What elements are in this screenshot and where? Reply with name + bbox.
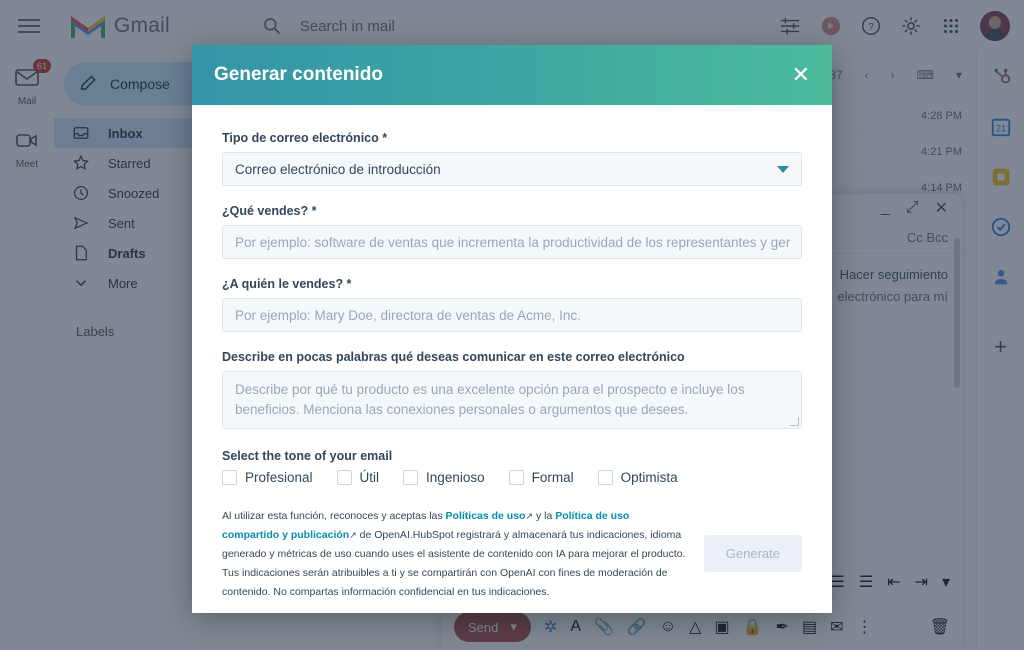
email-type-value: Correo electrónico de introducción xyxy=(235,161,441,177)
chevron-down-icon xyxy=(777,165,789,173)
describe-textarea[interactable]: Describe por qué tu producto es una exce… xyxy=(222,371,802,429)
usage-policies-link[interactable]: Políticas de uso xyxy=(446,510,526,522)
describe-label: Describe en pocas palabras qué deseas co… xyxy=(222,350,685,364)
external-link-icon: ↗ xyxy=(349,530,357,540)
modal-body: Tipo de correo electrónico * Correo elec… xyxy=(192,105,832,613)
what-sell-placeholder: Por ejemplo: software de ventas que incr… xyxy=(235,234,791,250)
generate-button[interactable]: Generate xyxy=(703,535,802,572)
tone-options: Profesional Útil Ingenioso Formal Optimi… xyxy=(222,470,802,485)
email-type-label: Tipo de correo electrónico * xyxy=(222,131,388,145)
what-sell-label: ¿Qué vendes? * xyxy=(222,204,317,218)
tone-text: Profesional xyxy=(245,470,313,485)
tone-text: Útil xyxy=(359,470,380,485)
tone-text: Formal xyxy=(531,470,574,485)
tone-option-ingenioso[interactable]: Ingenioso xyxy=(403,470,485,485)
tone-option-optimista[interactable]: Optimista xyxy=(597,470,678,485)
close-icon[interactable]: ✕ xyxy=(792,64,810,86)
tone-checkbox[interactable] xyxy=(508,470,524,485)
what-sell-input[interactable]: Por ejemplo: software de ventas que incr… xyxy=(222,225,802,259)
page-title: Generar contenido xyxy=(214,64,383,85)
tone-text: Ingenioso xyxy=(426,470,485,485)
generate-content-modal: Generar contenido ✕ Tipo de correo elect… xyxy=(192,45,832,613)
tone-checkbox[interactable] xyxy=(336,470,352,485)
screen: Gmail Search in mail xyxy=(0,0,1024,650)
tone-option-formal[interactable]: Formal xyxy=(508,470,574,485)
legal-part2: y la xyxy=(533,510,556,522)
tone-option-util[interactable]: Útil xyxy=(336,470,380,485)
tone-checkbox[interactable] xyxy=(403,470,419,485)
legal-and-action: Al utilizar esta función, reconoces y ac… xyxy=(222,507,802,602)
who-sell-input[interactable]: Por ejemplo: Mary Doe, directora de vent… xyxy=(222,298,802,332)
tone-option-profesional[interactable]: Profesional xyxy=(222,470,313,485)
external-link-icon: ↗ xyxy=(525,511,534,521)
modal-header: Generar contenido ✕ xyxy=(192,45,832,105)
tone-checkbox[interactable] xyxy=(222,470,237,485)
email-type-select[interactable]: Correo electrónico de introducción xyxy=(222,152,802,186)
tone-checkbox[interactable] xyxy=(597,470,613,485)
who-sell-placeholder: Por ejemplo: Mary Doe, directora de vent… xyxy=(235,307,581,323)
tone-label: Select the tone of your email xyxy=(222,449,393,463)
legal-part1: Al utilizar esta función, reconoces y ac… xyxy=(222,510,446,522)
who-sell-label: ¿A quién le vendes? * xyxy=(222,277,352,291)
describe-placeholder: Describe por qué tu producto es una exce… xyxy=(235,382,745,417)
tone-text: Optimista xyxy=(620,470,678,485)
legal-disclaimer: Al utilizar esta función, reconoces y ac… xyxy=(222,507,688,602)
